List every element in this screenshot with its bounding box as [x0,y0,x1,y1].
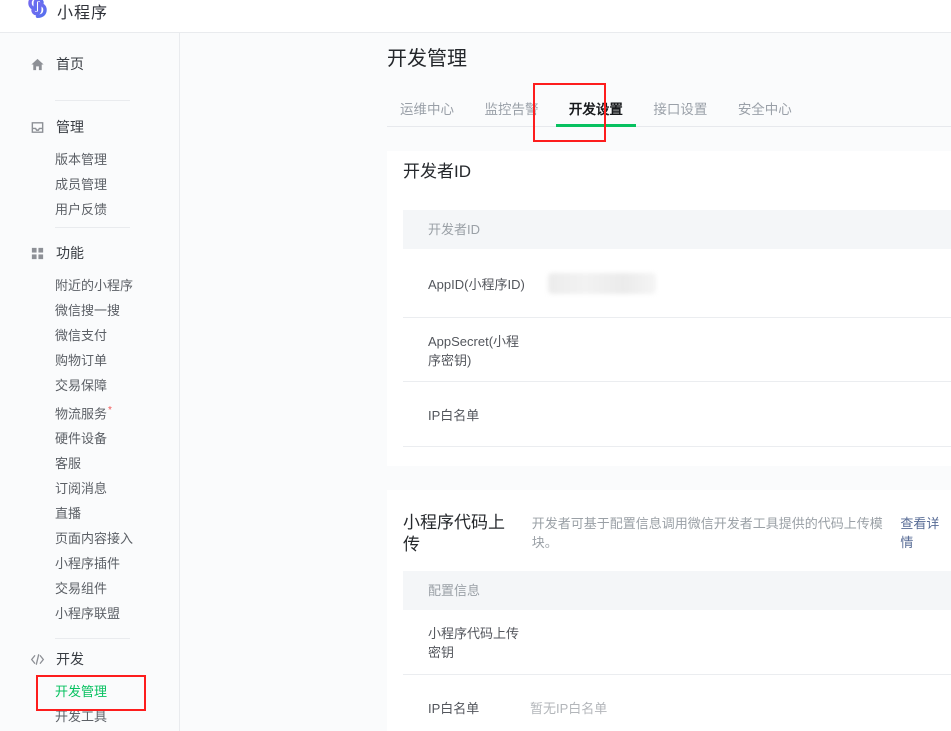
sidebar-group-develop-items: 开发管理 开发工具 [0,679,179,729]
table-row: AppID(小程序ID) [403,249,951,318]
sidebar-item-nearby[interactable]: 附近的小程序 [0,273,179,298]
tab-security-center[interactable]: 安全中心 [725,96,805,124]
code-upload-card: 小程序代码上传 开发者可基于配置信息调用微信开发者工具提供的代码上传模块。 查看… [387,490,951,731]
sidebar-item-live[interactable]: 直播 [0,501,179,526]
sidebar-divider [55,638,130,639]
sidebar-section-label: 管理 [56,117,84,137]
sidebar-item-dev-manage[interactable]: 开发管理 [0,679,179,704]
sidebar-section-label: 开发 [56,649,84,669]
sidebar-item-subscribe[interactable]: 订阅消息 [0,476,179,501]
sidebar-item-home[interactable]: 首页 [0,54,179,74]
table-row: AppSecret(小程序密钥) [403,318,951,382]
sidebar-item-feedback[interactable]: 用户反馈 [0,197,179,222]
row-label: IP白名单 [428,405,530,424]
sidebar-section-manage[interactable]: 管理 [0,117,179,137]
redacted-appid-value [548,273,656,294]
sidebar-group-features-items: 附近的小程序 微信搜一搜 微信支付 购物订单 交易保障 物流服务* 硬件设备 客… [0,273,179,626]
sidebar-divider [55,100,130,101]
sidebar: 首页 管理 版本管理 成员管理 用户反馈 功能 附近的小程序 微信搜一搜 微信支… [0,33,180,731]
developer-id-card: 开发者ID 开发者ID AppID(小程序ID) AppSecret(小程序密钥… [387,151,951,466]
new-badge: * [108,405,112,416]
sidebar-item-orders[interactable]: 购物订单 [0,348,179,373]
table-row: IP白名单 暂无IP白名单 [403,675,951,731]
tab-dev-settings[interactable]: 开发设置 [556,96,636,124]
table-row: IP白名单 [403,382,951,447]
main-content: 开发管理 运维中心 监控告警 开发设置 接口设置 安全中心 开发者ID 开发者I… [387,33,951,731]
code-icon [30,652,45,667]
table-header: 开发者ID [403,210,951,249]
sidebar-item-alliance[interactable]: 小程序联盟 [0,601,179,626]
table-header: 配置信息 [403,571,951,610]
sidebar-item-dev-tools[interactable]: 开发工具 [0,704,179,729]
sidebar-item-label: 物流服务 [55,406,107,421]
row-value: 暂无IP白名单 [530,698,607,717]
top-bar: 小程序 [0,0,951,33]
sidebar-item-version[interactable]: 版本管理 [0,147,179,172]
sidebar-section-label: 首页 [56,54,84,74]
sidebar-item-hardware[interactable]: 硬件设备 [0,426,179,451]
miniprogram-console: 小程序 首页 管理 版本管理 成员管理 用户反馈 功能 [0,0,951,731]
section-title: 开发者ID [403,161,471,183]
tab-monitor-alert[interactable]: 监控告警 [471,96,551,124]
section-description: 开发者可基于配置信息调用微信开发者工具提供的代码上传模块。 [532,513,899,551]
row-label: AppID(小程序ID) [428,274,530,293]
sidebar-divider [55,227,130,228]
sidebar-item-service[interactable]: 客服 [0,451,179,476]
sidebar-item-pay[interactable]: 微信支付 [0,323,179,348]
tab-api-settings[interactable]: 接口设置 [640,96,720,124]
sidebar-item-search[interactable]: 微信搜一搜 [0,298,179,323]
sidebar-item-trade-component[interactable]: 交易组件 [0,576,179,601]
app-title: 小程序 [57,0,108,23]
home-icon [30,57,45,72]
sidebar-item-page-content[interactable]: 页面内容接入 [0,526,179,551]
section-title: 小程序代码上传 [403,512,519,556]
grid-icon [30,246,45,261]
sidebar-item-members[interactable]: 成员管理 [0,172,179,197]
row-label: AppSecret(小程序密钥) [428,331,530,369]
sidebar-item-logistics[interactable]: 物流服务* [0,398,179,426]
sidebar-item-plugin[interactable]: 小程序插件 [0,551,179,576]
tray-icon [30,120,45,135]
table-row: 小程序代码上传密钥 [403,610,951,675]
view-details-link[interactable]: 查看详情 [900,513,951,551]
sidebar-section-label: 功能 [56,243,84,263]
sidebar-item-guarantee[interactable]: 交易保障 [0,373,179,398]
miniprogram-logo-icon [24,0,51,20]
tab-bar: 运维中心 监控告警 开发设置 接口设置 安全中心 [387,96,951,127]
page-title: 开发管理 [387,47,951,71]
tab-ops-center[interactable]: 运维中心 [387,96,467,124]
row-label: 小程序代码上传密钥 [428,623,530,661]
sidebar-section-develop[interactable]: 开发 [0,649,179,669]
row-label: IP白名单 [428,698,530,717]
sidebar-group-manage-items: 版本管理 成员管理 用户反馈 [0,147,179,222]
sidebar-section-features[interactable]: 功能 [0,243,179,263]
